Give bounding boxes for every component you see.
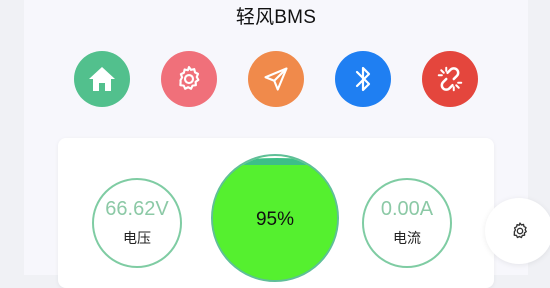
soc-value: 95% xyxy=(255,209,295,230)
current-label: 电流 xyxy=(393,229,421,246)
soc-gauge: 95% xyxy=(211,154,339,282)
gear-icon xyxy=(513,222,527,239)
unlink-icon xyxy=(437,66,463,92)
current-gauge: 0.00A 电流 xyxy=(362,178,452,268)
send-button[interactable] xyxy=(248,51,304,107)
disconnect-button[interactable] xyxy=(422,51,478,107)
home-icon xyxy=(89,67,115,91)
gear-icon xyxy=(179,66,200,90)
send-icon xyxy=(264,67,288,91)
current-value: 0.00A xyxy=(380,197,434,220)
settings-button[interactable] xyxy=(161,51,217,107)
floating-settings-button[interactable] xyxy=(485,198,550,264)
voltage-label: 电压 xyxy=(123,229,151,246)
voltage-value: 66.62V xyxy=(105,197,169,220)
voltage-gauge: 66.62V 电压 xyxy=(92,178,182,268)
home-button[interactable] xyxy=(74,51,130,107)
bluetooth-button[interactable] xyxy=(335,51,391,107)
app-screen: 轻风BMS 66.62V 电压 95% 0.00A 电流 xyxy=(24,0,528,288)
bluetooth-icon xyxy=(355,66,371,92)
page-title: 轻风BMS xyxy=(235,7,317,28)
